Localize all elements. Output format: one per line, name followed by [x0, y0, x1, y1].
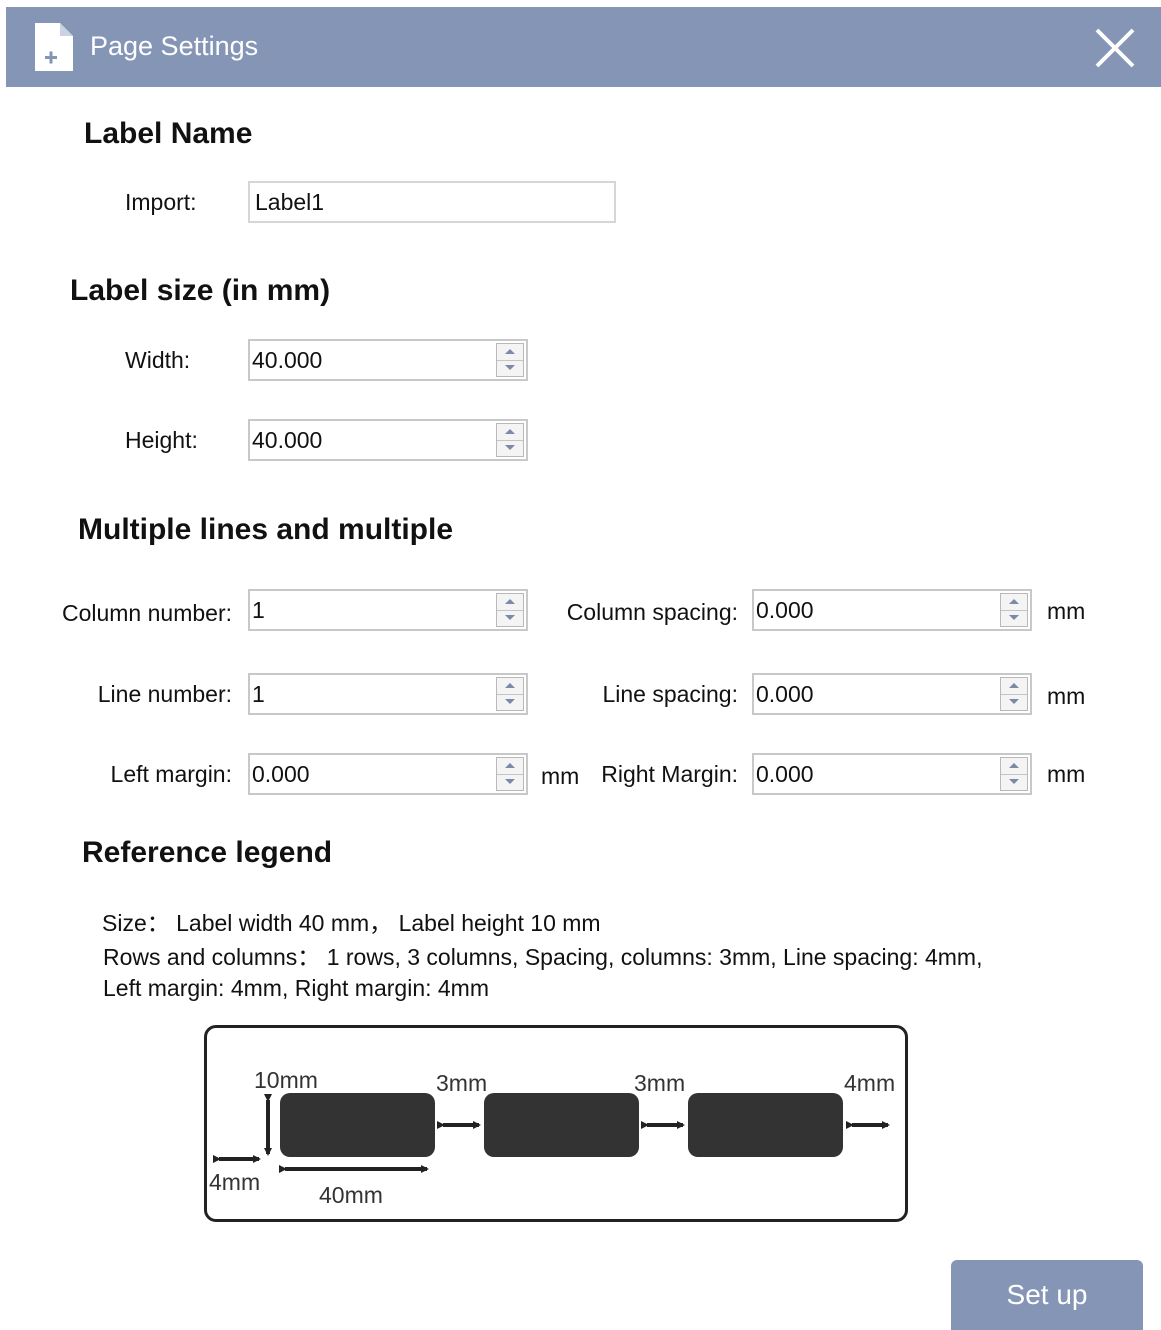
line-number-label: Line number: [97, 681, 232, 707]
line-spacing-input[interactable] [756, 675, 996, 713]
width-increment-button[interactable] [497, 344, 523, 361]
arrow-up-icon [1009, 599, 1019, 604]
column-spacing-spin-buttons [1000, 593, 1028, 627]
line-number-increment-button[interactable] [497, 678, 523, 695]
close-icon[interactable] [1091, 24, 1139, 72]
width-decrement-button[interactable] [497, 360, 523, 376]
column-spacing-spinbox [752, 589, 1032, 631]
left-margin-decrement-button[interactable] [497, 774, 523, 790]
line-spacing-label: Line spacing: [602, 681, 738, 707]
column-number-increment-button[interactable] [497, 594, 523, 611]
right-margin-unit: mm [1047, 761, 1086, 787]
column-spacing-input[interactable] [756, 591, 996, 629]
line-number-spin-buttons [496, 677, 524, 711]
legend-size-text: Size： Label width 40 mm， Label height 10… [102, 910, 601, 936]
reference-diagram: 10mm 3mm 3mm 4mm 4mm 40mm [204, 1025, 908, 1222]
height-spinbox [248, 419, 528, 461]
left-margin-unit: mm [541, 763, 580, 789]
column-number-spinbox [248, 589, 528, 631]
right-margin-decrement-button[interactable] [1001, 774, 1027, 790]
arrow-down-icon [1009, 779, 1019, 784]
import-label: Import: [125, 189, 197, 215]
height-input[interactable] [252, 421, 492, 459]
left-margin-spinbox [248, 753, 528, 795]
column-spacing-increment-button[interactable] [1001, 594, 1027, 611]
width-spinbox [248, 339, 528, 381]
left-margin-label: Left margin: [110, 761, 232, 787]
arrow-down-icon [1009, 615, 1019, 620]
arrow-down-icon [505, 699, 515, 704]
height-increment-button[interactable] [497, 424, 523, 441]
column-number-spin-buttons [496, 593, 524, 627]
line-number-spinbox [248, 673, 528, 715]
label-name-input[interactable] [248, 181, 616, 223]
line-spacing-spin-buttons [1000, 677, 1028, 711]
width-spin-buttons [496, 343, 524, 377]
line-spacing-spinbox [752, 673, 1032, 715]
column-spacing-label: Column spacing: [566, 599, 738, 625]
arrow-up-icon [505, 599, 515, 604]
right-margin-increment-button[interactable] [1001, 758, 1027, 775]
column-number-input[interactable] [252, 591, 492, 629]
diagram-arrows [213, 1094, 890, 1173]
arrow-down-icon [505, 779, 515, 784]
left-margin-increment-button[interactable] [497, 758, 523, 775]
column-number-decrement-button[interactable] [497, 610, 523, 626]
arrow-down-icon [1009, 699, 1019, 704]
column-number-label: Column number: [61, 600, 232, 626]
label-size-heading: Label size (in mm) [70, 274, 331, 307]
arrow-up-icon [505, 683, 515, 688]
legend-margin-text: Left margin: 4mm, Right margin: 4mm [103, 975, 490, 1001]
left-margin-input[interactable] [252, 755, 492, 793]
column-spacing-decrement-button[interactable] [1001, 610, 1027, 626]
line-spacing-decrement-button[interactable] [1001, 694, 1027, 710]
width-input[interactable] [252, 341, 492, 379]
title-bar: Page Settings [6, 7, 1161, 87]
line-number-input[interactable] [252, 675, 492, 713]
page-settings-dialog: Page Settings Label Name Import: Label s… [6, 7, 1161, 1330]
setup-button[interactable]: Set up [951, 1260, 1143, 1330]
right-margin-spinbox [752, 753, 1032, 795]
column-spacing-unit: mm [1047, 598, 1086, 624]
label-name-heading: Label Name [84, 117, 253, 150]
document-add-icon [35, 23, 73, 71]
right-margin-spin-buttons [1000, 757, 1028, 791]
multiple-heading: Multiple lines and multiple [78, 513, 454, 546]
line-spacing-unit: mm [1047, 683, 1086, 709]
arrow-up-icon [505, 429, 515, 434]
arrow-up-icon [505, 349, 515, 354]
left-margin-spin-buttons [496, 757, 524, 791]
arrow-down-icon [505, 615, 515, 620]
arrow-up-icon [1009, 683, 1019, 688]
arrow-down-icon [505, 445, 515, 450]
legend-rows-text: Rows and columns： 1 rows, 3 columns, Spa… [103, 944, 983, 970]
height-spin-buttons [496, 423, 524, 457]
reference-legend-heading: Reference legend [82, 836, 333, 869]
arrow-down-icon [505, 365, 515, 370]
right-margin-input[interactable] [756, 755, 996, 793]
arrow-up-icon [1009, 763, 1019, 768]
line-spacing-increment-button[interactable] [1001, 678, 1027, 695]
height-label: Height: [125, 427, 198, 453]
height-decrement-button[interactable] [497, 440, 523, 456]
dialog-title: Page Settings [90, 31, 259, 61]
line-number-decrement-button[interactable] [497, 694, 523, 710]
right-margin-label: Right Margin: [601, 761, 738, 787]
arrow-up-icon [505, 763, 515, 768]
width-label: Width: [125, 347, 191, 373]
